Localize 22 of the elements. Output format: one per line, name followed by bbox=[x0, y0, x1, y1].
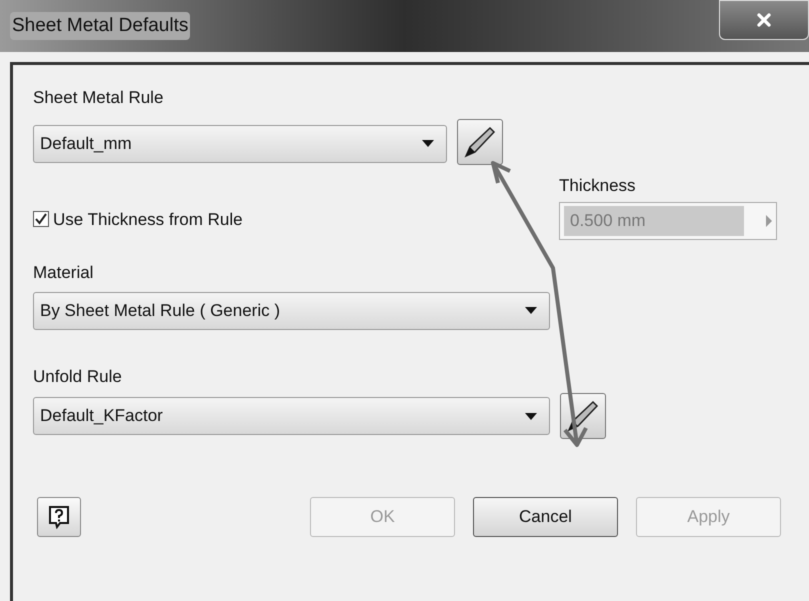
dialog-button[interactable]: Cancel bbox=[473, 497, 618, 537]
spin-arrow-icon bbox=[766, 215, 772, 227]
checkbox-row[interactable]: Use Thickness from Rule bbox=[33, 206, 243, 232]
field-label: Thickness bbox=[559, 174, 637, 196]
help-icon bbox=[48, 505, 70, 529]
dropdown-arrow-icon bbox=[422, 140, 434, 147]
field-label: Unfold Rule bbox=[33, 366, 123, 388]
dropdown-arrow-icon bbox=[525, 412, 537, 420]
dropdown[interactable]: Default_mm bbox=[33, 124, 447, 162]
field-label: Sheet Metal Rule bbox=[33, 87, 164, 109]
checkbox[interactable] bbox=[33, 211, 49, 228]
dropdown[interactable]: By Sheet Metal Rule ( Generic ) bbox=[33, 292, 550, 330]
close-button[interactable] bbox=[719, 0, 809, 40]
dropdown[interactable]: Default_KFactor bbox=[33, 397, 550, 435]
check-icon bbox=[35, 213, 47, 226]
window-title: Sheet Metal Defaults bbox=[10, 12, 190, 40]
help-button[interactable] bbox=[37, 497, 81, 537]
pencil-icon bbox=[463, 124, 497, 158]
dropdown-arrow-icon bbox=[525, 307, 537, 314]
pencil-icon bbox=[566, 399, 600, 433]
field-label: Material bbox=[33, 262, 94, 284]
edit-button[interactable] bbox=[457, 118, 503, 164]
